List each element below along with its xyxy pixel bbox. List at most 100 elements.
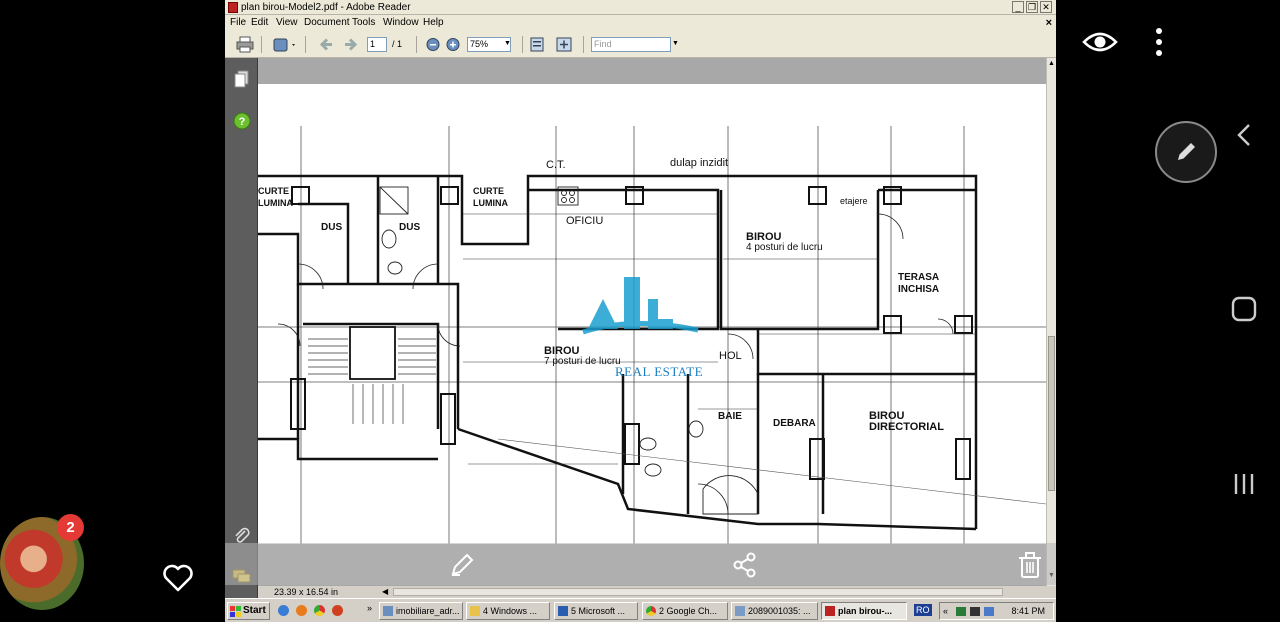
- find-chevron-down-icon[interactable]: ▼: [672, 40, 679, 47]
- opera-icon[interactable]: [332, 605, 343, 616]
- heart-icon[interactable]: [162, 563, 194, 593]
- label-lumina-mid: LUMINA: [473, 198, 508, 208]
- status-bar: 23.39 x 16.54 in ◀: [258, 586, 1056, 598]
- label-hol: HOL: [719, 350, 742, 362]
- label-lumina-left: LUMINA: [258, 198, 293, 208]
- maximize-button[interactable]: ❐: [1026, 1, 1038, 13]
- language-indicator[interactable]: RO: [914, 604, 932, 616]
- task-google-chrome[interactable]: 2 Google Ch...: [642, 602, 728, 620]
- eye-icon[interactable]: [1082, 27, 1118, 57]
- share-icon[interactable]: [731, 551, 759, 579]
- document-close-icon[interactable]: ×: [1046, 15, 1052, 31]
- label-birou-directorial-2: DIRECTORIAL: [869, 421, 944, 433]
- page-total-label: / 1: [392, 39, 403, 49]
- screen: plan birou-Model2.pdf - Adobe Reader _ ❐…: [0, 0, 1280, 622]
- toolbar: 1 / 1 75% ▼ Find ▼: [225, 31, 1056, 58]
- task-2089001035[interactable]: 2089001035: ...: [731, 602, 818, 620]
- fit-page-icon[interactable]: [528, 36, 546, 53]
- recent-apps-icon[interactable]: [1232, 471, 1256, 497]
- horizontal-scrollbar[interactable]: [393, 588, 1003, 596]
- pdf-file-icon: [228, 2, 238, 13]
- window-icon: [735, 606, 745, 616]
- home-icon[interactable]: [1230, 295, 1258, 323]
- hand-tool-icon[interactable]: [272, 36, 298, 53]
- quicklaunch-overflow-icon[interactable]: »: [367, 603, 372, 613]
- scrollbar-thumb[interactable]: [1048, 336, 1055, 491]
- system-clock: 8:41 PM: [1011, 606, 1045, 616]
- zoom-in-icon[interactable]: [444, 36, 462, 53]
- back-chevron-icon[interactable]: [1234, 122, 1254, 148]
- chrome-icon: [646, 606, 656, 616]
- windows-logo-icon: [230, 606, 241, 617]
- menu-edit[interactable]: Edit: [251, 15, 268, 31]
- menu-document[interactable]: Document: [304, 15, 350, 31]
- document-icon: [383, 606, 393, 616]
- label-birou-7-posturi: 7 posturi de lucru: [544, 356, 621, 367]
- system-tray: « 8:41 PM: [939, 602, 1054, 620]
- label-debara: DEBARA: [773, 418, 816, 429]
- menu-window[interactable]: Window: [383, 15, 419, 31]
- chevron-down-icon[interactable]: ▼: [504, 40, 511, 47]
- find-input[interactable]: Find: [591, 37, 671, 52]
- task-windows[interactable]: 4 Windows ...: [466, 602, 550, 620]
- chrome-icon[interactable]: [314, 605, 325, 616]
- next-page-icon[interactable]: [341, 36, 359, 53]
- scroll-up-icon[interactable]: ▲: [1048, 60, 1055, 67]
- label-dus-1: DUS: [321, 222, 342, 233]
- tray-expand-icon[interactable]: «: [943, 606, 948, 616]
- print-icon[interactable]: [236, 36, 254, 53]
- gallery-action-bar: [225, 543, 1056, 585]
- previous-page-icon[interactable]: [318, 36, 336, 53]
- label-terasa: TERASA: [898, 272, 939, 283]
- zoom-out-icon[interactable]: [424, 36, 442, 53]
- menu-bar: File Edit View Document Tools Window Hel…: [225, 15, 1056, 31]
- close-button[interactable]: ✕: [1040, 1, 1052, 13]
- window-title: plan birou-Model2.pdf - Adobe Reader: [241, 2, 411, 13]
- real-estate-logo: [582, 277, 699, 335]
- start-button[interactable]: Start: [227, 602, 270, 620]
- toolbar-separator: [305, 36, 306, 53]
- adobe-reader-window: plan birou-Model2.pdf - Adobe Reader _ ❐…: [225, 0, 1056, 622]
- tray-monitor-icon[interactable]: [970, 607, 980, 616]
- tray-network-icon[interactable]: [956, 607, 966, 616]
- vertical-scrollbar[interactable]: ▲ ▼: [1046, 58, 1056, 586]
- task-imobiliare[interactable]: imobiliare_adr...: [379, 602, 463, 620]
- more-options-icon[interactable]: [1150, 26, 1168, 58]
- task-microsoft-word[interactable]: 5 Microsoft ...: [554, 602, 638, 620]
- pdf-page: C.T. dulap inzidit CURTE LUMINA DUS DUS …: [258, 84, 1046, 544]
- menu-help[interactable]: Help: [423, 15, 444, 31]
- tray-app-icon[interactable]: [984, 607, 994, 616]
- firefox-icon[interactable]: [296, 605, 307, 616]
- label-curte-left: CURTE: [258, 186, 289, 196]
- title-bar: plan birou-Model2.pdf - Adobe Reader _ ❐…: [225, 0, 1056, 15]
- menu-file[interactable]: File: [230, 15, 246, 31]
- edit-pencil-icon[interactable]: [448, 551, 476, 579]
- start-label: Start: [243, 605, 266, 616]
- pages-icon[interactable]: [234, 70, 250, 88]
- minimize-button[interactable]: _: [1012, 1, 1024, 13]
- page-size-label: 23.39 x 16.54 in: [274, 587, 339, 597]
- help-icon[interactable]: ?: [233, 112, 251, 130]
- label-etajere: etajere: [840, 196, 868, 206]
- scroll-left-icon[interactable]: ◀: [382, 586, 388, 598]
- floor-plan-drawing: C.T. dulap inzidit CURTE LUMINA DUS DUS …: [258, 126, 1046, 544]
- trash-icon[interactable]: [1017, 551, 1043, 579]
- menu-view[interactable]: View: [276, 15, 298, 31]
- draw-button[interactable]: [1154, 120, 1218, 184]
- toolbar-separator: [261, 36, 262, 53]
- page-number-input[interactable]: 1: [367, 37, 387, 52]
- label-dulap: dulap inzidit: [670, 157, 728, 169]
- pdf-file-icon: [825, 606, 835, 616]
- toolbar-separator: [522, 36, 523, 53]
- word-icon: [558, 606, 568, 616]
- task-plan-birou[interactable]: plan birou-...: [821, 602, 907, 620]
- fit-width-icon[interactable]: [555, 36, 573, 53]
- show-desktop-icon[interactable]: [278, 605, 289, 616]
- watermark-brand-text: REAL ESTATE: [615, 364, 704, 379]
- folder-icon: [470, 606, 480, 616]
- document-view[interactable]: C.T. dulap inzidit CURTE LUMINA DUS DUS …: [258, 58, 1046, 586]
- label-inchisa: INCHISA: [898, 284, 939, 295]
- svg-text:?: ?: [239, 116, 246, 128]
- menu-tools[interactable]: Tools: [352, 15, 375, 31]
- label-baie: BAIE: [718, 411, 742, 422]
